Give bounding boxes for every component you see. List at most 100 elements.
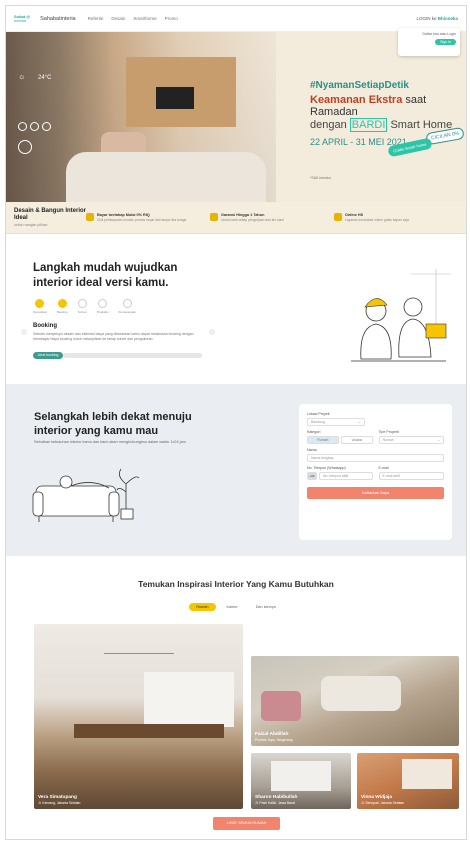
see-all-button[interactable]: LIHAT SEMUA RUMAH [213,817,280,830]
feature-bar: Desain & Bangun Interior Ideal untuk rua… [6,202,466,234]
category-row: Kategori Rumah Usaha Tipe Properti Rumah… [307,430,444,444]
submit-button[interactable]: Daftarkan Saya [307,487,444,499]
city-value: Bandung [311,420,326,424]
promo-title-red: Keamanan Ekstra [310,94,403,106]
next-arrow-icon[interactable] [209,329,215,335]
hero-sofa [66,152,266,202]
booking-title: Booking [33,323,57,329]
step-konsultasi[interactable]: Konsultasi [33,299,47,314]
step-dot [98,299,108,308]
hero-promo: #NyamanSetiapDetik Keamanan Ekstra saat … [276,32,466,202]
card-place: Jl. Senopati, Jakarta Selatan [361,801,405,805]
inspiration-card[interactable]: Vera Simatupang Jl. Kemang, Jakarta Sela… [34,624,243,809]
card-name: Vera Simatupang [38,795,77,800]
step-booking[interactable]: Booking [57,299,68,314]
step-dot [57,299,67,308]
weather-widget: ☼ 24°C [18,72,51,81]
inspiration-card[interactable]: Faizal Abdillah Pondok Jaya, Tangerang [251,656,459,746]
phone-row: No. Telepon (Whatsapp) +62 No. telepon a… [307,466,444,480]
contact-title: Selangkah lebih dekat menuju interior ya… [34,411,192,438]
step-survei[interactable]: Survei [77,299,87,314]
card-wall [402,759,452,789]
control-circle-icon [30,122,39,131]
control-circle-icon [42,122,51,131]
inspiration-title: Temukan Inspirasi Interior Yang Kamu But… [138,579,334,589]
step-pemasangan[interactable]: Pemasangan [118,299,136,314]
inspiration-card[interactable]: Sharon Habibullah Jl. Pasir Kaliki, Jawa… [251,753,351,809]
weather-temp: 24°C [38,75,52,81]
feature-desc: Untuk hasil setiap pengerjaan dari tim k… [221,218,285,222]
control-circle-icon [18,122,27,131]
card-cabinet [144,672,234,727]
feature-main-sub: untuk ruangan pilihan [14,222,48,227]
card-name: Faizal Abdillah [255,732,289,737]
nav-link-desain[interactable]: Desain [111,16,125,21]
hero-photo: ☼ 24°C [6,32,276,202]
consultation-illustration [351,269,451,362]
phone-input[interactable]: No. telepon aktif [319,472,373,480]
type-col: Tipe Properti Rumah ⌄ [378,430,444,444]
type-value: Rumah [382,438,394,442]
step-label: Konsultasi [33,310,47,314]
sign-in-button[interactable]: Sign In [435,39,456,45]
feature-title: Online HS [345,213,364,217]
feature-desc: Layanan konsultasi online gratis kapan s… [345,218,409,222]
tab-kantor[interactable]: Kantor [220,603,245,611]
email-input[interactable]: E-mail aktif [378,472,444,480]
feature-desc: Cicil pembayaran mudah, proses cepat dan… [97,218,187,222]
feature-title: Garansi Hingga 1 Tahun [221,213,265,217]
booking-button[interactable]: Lihat booking [33,352,63,359]
card-lamp [104,634,174,654]
login-label: LOGIN ke [416,16,437,21]
email-col: E-mail E-mail aktif [378,466,444,480]
card-name: Sharon Habibullah [255,795,298,800]
tab-lainnya[interactable]: Dan lainnya [249,603,283,611]
step-indicator: Konsultasi Booking Survei Produksi Pemas… [33,299,136,314]
card-caption: Faizal Abdillah Pondok Jaya, Tangerang [255,732,292,742]
step-produksi[interactable]: Produksi [97,299,108,314]
card-shelf [271,761,331,791]
chat-icon [334,213,342,221]
category-usaha[interactable]: Usaha [340,436,373,444]
prev-arrow-icon[interactable] [21,329,27,335]
promo-note: *S&K berlaku [310,176,331,180]
promo-hashtag: #NyamanSetiapDetik [310,80,409,91]
city-select[interactable]: Bandung ⌄ [307,418,365,426]
card-name: Vinna Widjaja [361,795,393,800]
booking-progress [63,353,202,358]
login-brand: Bhinneka [437,16,458,21]
type-select[interactable]: Rumah ⌄ [378,436,444,444]
phone-prefix: +62 [307,472,317,480]
page: Sobat @ Interior Sahabatinteria Refertie… [5,5,467,840]
steps-title: Langkah mudah wujudkan interior ideal ve… [33,262,178,289]
nav-links: Refertie Desain Smarthome Promo [88,16,178,21]
login-link[interactable]: LOGIN ke Bhinneka [416,16,458,21]
power-circle-icon [18,140,32,154]
sun-icon: ☼ [18,72,26,81]
name-input[interactable]: Nama lengkap [307,454,444,462]
card-table [74,724,224,738]
step-label: Survei [77,310,87,314]
promo-sub-pre: dengan [310,119,350,131]
card-caption: Vinna Widjaja Jl. Senopati, Jakarta Sela… [361,795,404,805]
inspiration-card[interactable]: Vinna Widjaja Jl. Senopati, Jakarta Sela… [357,753,459,809]
hero-banner[interactable]: ☼ 24°C #NyamanSetiapDetik Keamanan Ekstr… [6,32,466,202]
logo[interactable]: Sobat @ Interior [14,14,30,23]
category-rumah[interactable]: Rumah [307,436,339,444]
feature-item: Bayar bertahap Mulai 0% RIQ Cicil pembaya… [86,213,210,222]
card-caption: Sharon Habibullah Jl. Pasir Kaliki, Jawa… [255,795,297,805]
tab-rumah[interactable]: Rumah [189,603,216,611]
name-label: Nama [307,448,317,452]
smart-controls [18,122,51,131]
inspiration-tabs: Rumah Kantor Dan lainnya [6,603,466,611]
nav-link-smarthome[interactable]: Smarthome [133,16,156,21]
nav-link-refertie[interactable]: Refertie [88,16,104,21]
phone-group: +62 No. telepon aktif [307,470,373,480]
feature-item: Online HS Layanan konsultasi online grati… [334,213,458,222]
step-label: Booking [56,310,68,314]
city-label: Lokasi Proyek [307,412,330,416]
top-nav: Sobat @ Interior Sahabatinteria Refertie… [6,6,466,32]
logo-bottom: Interior [14,17,27,23]
nav-link-promo[interactable]: Promo [165,16,178,21]
brand-name[interactable]: Sahabatinteria [40,16,75,22]
